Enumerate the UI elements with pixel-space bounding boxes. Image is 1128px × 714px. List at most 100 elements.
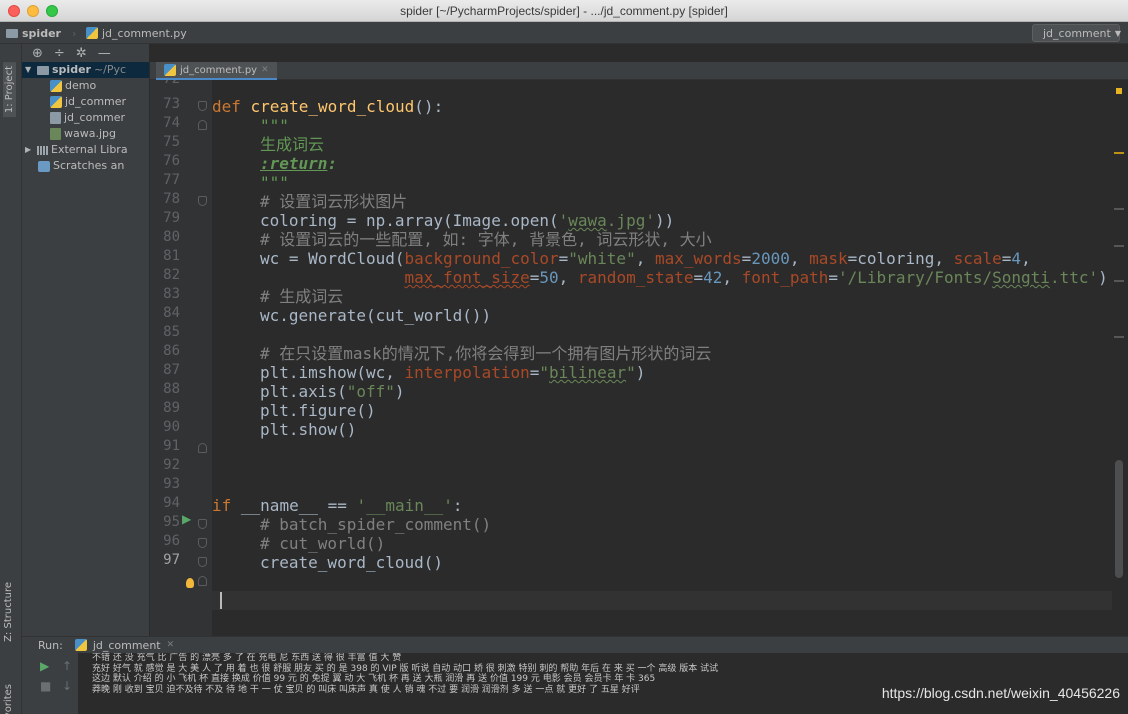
line-number: 93 <box>163 476 180 492</box>
line-number: 95 <box>163 514 180 530</box>
python-file-icon <box>50 80 62 92</box>
editor-gutter: 72 73 74 75 76 77 78 79 80 81 82 83 84 85 86 87 88 89 90 9… <box>150 80 212 636</box>
fold-marker-icon[interactable] <box>198 557 207 567</box>
line-number: 90 <box>163 419 180 435</box>
stop-icon[interactable]: ■ <box>40 679 51 693</box>
breadcrumb-file[interactable]: jd_comment.py <box>86 25 187 41</box>
tree-item-label: Scratches an <box>53 159 125 172</box>
line-number: 75 <box>163 134 180 150</box>
line-number: 94 <box>163 495 180 511</box>
tree-item-label: jd_commer <box>65 95 127 108</box>
code-line-80: # 设置词云的一些配置, 如: 字体, 背景色, 词云形状, 大小 <box>260 230 712 249</box>
fold-marker-icon[interactable] <box>198 196 207 206</box>
line-number: 82 <box>163 267 180 283</box>
info-stripe[interactable] <box>1114 245 1124 247</box>
python-file-icon <box>164 64 176 76</box>
code-line-93: if __name__ == '__main__': <box>212 496 463 515</box>
close-run-tab-icon[interactable]: ✕ <box>167 640 175 650</box>
breadcrumb-project-label: spider <box>22 26 61 40</box>
tool-tab-structure[interactable]: Z: Structure <box>3 582 14 642</box>
tree-item-demo[interactable]: demo <box>22 78 149 94</box>
info-stripe[interactable] <box>1114 336 1124 338</box>
scroll-down-icon[interactable]: ↓ <box>62 679 72 693</box>
code-line-73: def create_word_cloud(): <box>212 97 444 116</box>
line-number: 91 <box>163 438 180 454</box>
text-caret <box>220 592 222 609</box>
scroll-up-icon[interactable]: ↑ <box>62 659 72 673</box>
folder-icon <box>37 65 49 75</box>
console-line: 充好 好气 就 感觉 是 大 美 人 了 用 着 也 很 舒服 朋友 买 的 是… <box>92 663 719 674</box>
code-line-95: # cut_world() <box>260 534 386 553</box>
window-title: spider [~/PycharmProjects/spider] - .../… <box>400 4 728 18</box>
run-console-output[interactable]: 不错 还 没 充气 比 广告 的 漂亮 多 了 在 充电 尼 东西 送 得 很 … <box>92 653 1122 714</box>
line-number: 84 <box>163 305 180 321</box>
lightbulb-icon[interactable] <box>186 578 194 588</box>
tree-item-label: External Libra <box>51 143 128 156</box>
info-stripe[interactable] <box>1114 280 1124 282</box>
close-tab-icon[interactable]: ✕ <box>261 65 269 75</box>
tree-item-wawa-jpg[interactable]: wawa.jpg <box>22 126 149 142</box>
line-number: 76 <box>163 153 180 169</box>
warning-marker-icon[interactable] <box>1116 88 1122 94</box>
line-number: 86 <box>163 343 180 359</box>
chevron-right-icon: ▶ <box>25 145 32 154</box>
fold-marker-icon[interactable] <box>198 443 207 453</box>
fold-marker-icon[interactable] <box>198 101 207 111</box>
editor-scrollbar[interactable] <box>1112 80 1128 636</box>
run-configuration-dropdown[interactable]: jd_comment ▼ <box>1032 24 1121 42</box>
python-file-icon <box>50 96 62 108</box>
run-tab-label[interactable]: jd_comment <box>93 639 161 652</box>
tree-item-jd-comment-py[interactable]: jd_commer <box>22 94 149 110</box>
code-line-83: # 生成词云 <box>260 287 344 306</box>
rerun-icon[interactable]: ▶ <box>40 659 49 673</box>
code-line-81: wc = WordCloud(background_color="white",… <box>260 249 1031 268</box>
tree-item-jd-comment-txt[interactable]: jd_commer <box>22 110 149 126</box>
warning-stripe[interactable] <box>1114 152 1124 154</box>
line-number: 78 <box>163 191 180 207</box>
line-number: 73 <box>163 96 180 112</box>
code-line-77: """ <box>260 173 289 192</box>
line-number: 87 <box>163 362 180 378</box>
scrollbar-thumb[interactable] <box>1115 460 1123 578</box>
tree-item-label: demo <box>65 79 97 92</box>
console-line: 不错 还 没 充气 比 广告 的 漂亮 多 了 在 充电 尼 东西 送 得 很 … <box>92 653 402 663</box>
tool-tab-project[interactable]: 1: Project <box>3 62 16 118</box>
scratches-icon <box>38 160 50 172</box>
editor-tab-jd-comment[interactable]: jd_comment.py ✕ <box>156 62 277 80</box>
tree-root-path: ~/Pyc <box>93 63 127 76</box>
window-titlebar: spider [~/PycharmProjects/spider] - .../… <box>0 0 1128 22</box>
text-file-icon <box>50 112 61 124</box>
line-number: 79 <box>163 210 180 226</box>
code-editor[interactable]: def create_word_cloud(): """ 生成词云 :retur… <box>212 80 1112 636</box>
code-line-94: # batch_spider_comment() <box>260 515 492 534</box>
line-number: 97 <box>163 552 180 568</box>
tool-tab-favorites[interactable]: 2: Favorites <box>3 684 14 714</box>
run-gutter-icon[interactable]: ▶ <box>182 512 191 526</box>
hide-icon[interactable]: — <box>98 46 111 61</box>
run-header: Run: jd_comment ✕ <box>22 637 1128 653</box>
line-number: 88 <box>163 381 180 397</box>
code-line-82: max_font_size=50, random_state=42, font_… <box>404 268 1108 287</box>
project-panel: ⊕ ÷ ✲ — ▼ spider ~/Pyc demo jd_commer jd… <box>22 44 150 636</box>
breadcrumb-project[interactable]: spider <box>6 25 61 41</box>
tree-item-external-libraries[interactable]: ▶ External Libra <box>22 142 149 158</box>
image-file-icon <box>50 128 61 140</box>
fold-marker-icon[interactable] <box>198 120 207 130</box>
fold-marker-icon[interactable] <box>198 519 207 529</box>
code-line-79: coloring = np.array(Image.open('wawa.jpg… <box>260 211 675 230</box>
gear-icon[interactable]: ✲ <box>76 46 87 61</box>
tree-item-label: jd_commer <box>64 111 126 124</box>
collapse-icon[interactable]: ÷ <box>54 46 65 61</box>
fold-marker-icon[interactable] <box>198 538 207 548</box>
breadcrumb-file-label: jd_comment.py <box>102 26 187 40</box>
tree-item-scratches[interactable]: Scratches an <box>22 158 149 174</box>
code-line-76: :return: <box>260 154 338 173</box>
line-number: 72 <box>150 80 180 89</box>
info-stripe[interactable] <box>1114 208 1124 210</box>
locate-icon[interactable]: ⊕ <box>32 46 43 61</box>
navigation-bar: spider › jd_comment.py jd_comment ▼ <box>0 22 1128 44</box>
code-line-78: # 设置词云形状图片 <box>260 192 408 211</box>
code-line-87: plt.imshow(wc, interpolation="bilinear") <box>260 363 646 382</box>
fold-marker-icon[interactable] <box>198 576 207 586</box>
tree-item-root[interactable]: ▼ spider ~/Pyc <box>22 62 149 78</box>
